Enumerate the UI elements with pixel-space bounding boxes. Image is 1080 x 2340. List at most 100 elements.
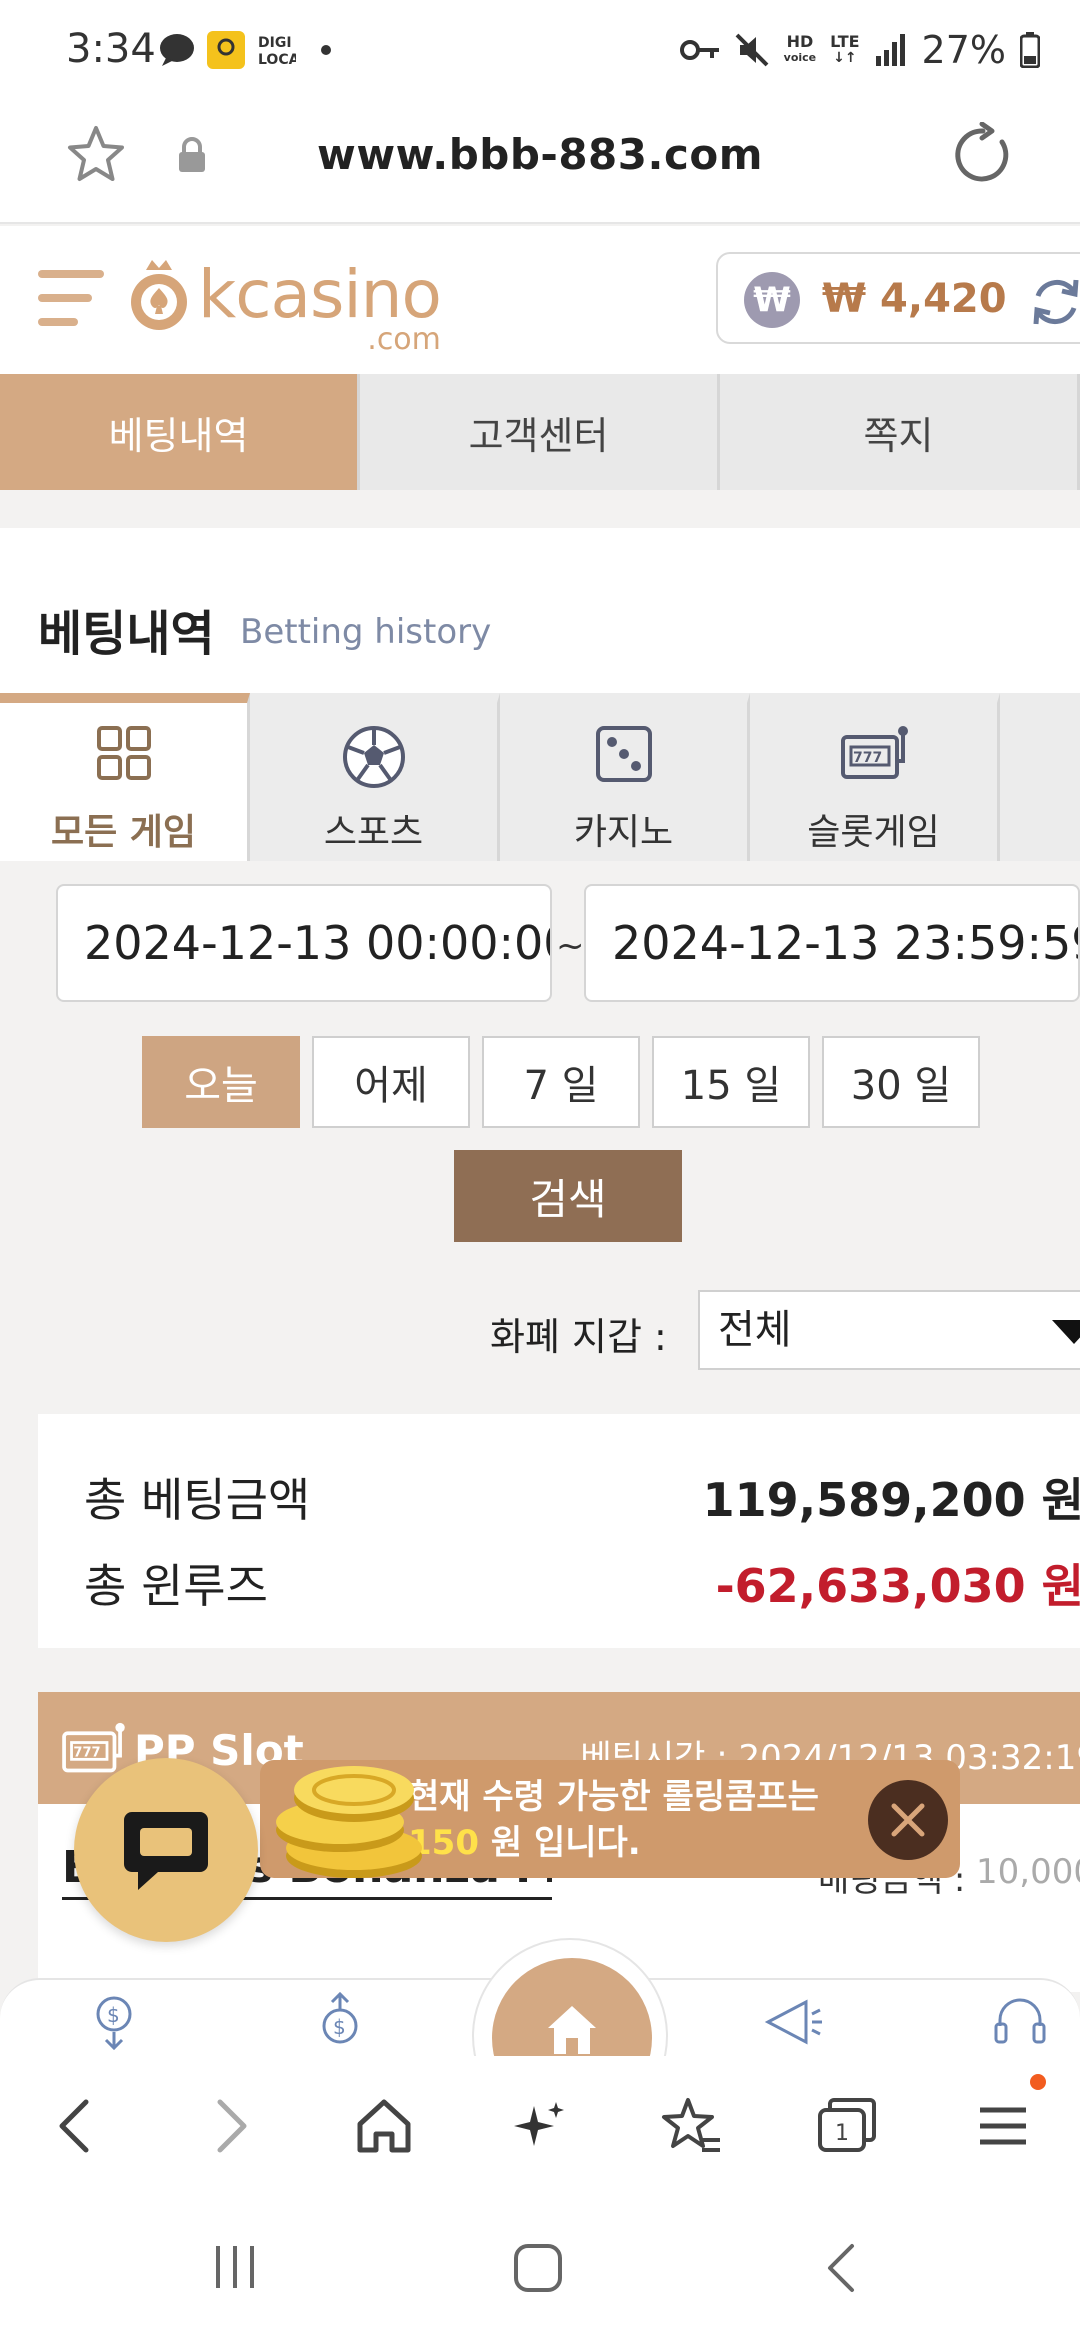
date-to-input[interactable]: 2024-12-13 23:59:59: [584, 884, 1080, 1002]
system-back-icon[interactable]: [820, 2242, 860, 2294]
top-tabs: 베팅내역 고객센터 쪽지: [0, 374, 1080, 490]
browser-home-icon[interactable]: [354, 2096, 414, 2156]
dot-icon: [321, 45, 331, 55]
tab-label: 슬롯게임: [807, 812, 940, 853]
tab-all-games[interactable]: 모든 게임: [0, 693, 250, 861]
tab-sports[interactable]: 스포츠: [250, 693, 500, 861]
wallet-filter-value: 전체: [718, 1307, 792, 1353]
toast-close-button[interactable]: [868, 1780, 948, 1860]
tabs-icon[interactable]: 1: [816, 2096, 878, 2156]
soccer-ball-icon: [342, 726, 405, 788]
svg-text:DIGI: DIGI: [258, 35, 292, 51]
notification-dot: [1030, 2074, 1046, 2090]
logo-text: kcasino: [198, 256, 442, 333]
wallet-balance[interactable]: ₩ ₩ 4,420: [716, 252, 1080, 344]
browser-toolbar: 1: [0, 2056, 1080, 2196]
svg-text:$: $: [107, 2003, 120, 2027]
search-button[interactable]: 검색: [454, 1150, 682, 1242]
home-icon: [548, 2006, 596, 2054]
signal-icon: [875, 34, 905, 66]
app-badge-icon: [207, 31, 245, 69]
tab-more[interactable]: [1000, 693, 1080, 861]
battery-icon: [1020, 32, 1040, 68]
game-type-tabs: 모든 게임 스포츠 카지노 777 슬롯게임: [0, 693, 1080, 861]
system-nav-bar: [0, 2196, 1080, 2340]
slot-machine-icon: 777: [840, 726, 908, 779]
summary-card: 총 베팅금액 119,589,200 원 총 윈루즈 -62,633,030 원: [38, 1414, 1080, 1648]
tab-casino[interactable]: 카지노: [500, 693, 750, 861]
back-icon[interactable]: [54, 2096, 94, 2156]
megaphone-icon[interactable]: [762, 1992, 828, 2052]
headset-icon[interactable]: [990, 1992, 1050, 2052]
section-header: 베팅내역 Betting history: [0, 528, 1080, 693]
date-from-input[interactable]: 2024-12-13 00:00:00: [56, 884, 552, 1002]
range-30days-button[interactable]: 30 일: [822, 1036, 980, 1128]
forward-icon[interactable]: [212, 2096, 252, 2156]
chat-bubble-icon: [160, 34, 194, 66]
status-left-icons: DIGI LOCA: [158, 30, 336, 70]
grid-icon: [96, 726, 151, 780]
status-time: 3:34: [66, 26, 156, 72]
tab-label: 스포츠: [323, 812, 424, 853]
logo-suffix: .com: [367, 322, 441, 357]
svg-text:LOCA: LOCA: [258, 52, 296, 68]
page-title: 베팅내역: [38, 606, 215, 662]
status-bar: 3:34 DIGI LOCA HD voice LTE ↓↑ 27%: [0, 0, 1080, 100]
battery-percent: 27%: [921, 28, 1006, 72]
tab-messages[interactable]: 쪽지: [720, 374, 1080, 490]
live-chat-button[interactable]: [74, 1758, 258, 1942]
site-logo[interactable]: kcasino .com: [126, 256, 442, 357]
total-bet-row: 총 베팅금액 119,589,200 원: [84, 1464, 1080, 1527]
system-home-icon[interactable]: [512, 2242, 564, 2294]
date-separator: ~: [556, 926, 585, 966]
site-header: kcasino .com ₩ ₩ 4,420: [0, 226, 1080, 374]
recent-apps-icon[interactable]: [210, 2242, 260, 2292]
browser-url-bar: www.bbb-883.com: [0, 100, 1080, 224]
slot-machine-icon: 777: [62, 1722, 125, 1773]
close-icon: [891, 1803, 925, 1837]
page-subtitle: Betting history: [240, 612, 492, 652]
deposit-icon[interactable]: $: [84, 1992, 144, 2052]
wallet-filter-select[interactable]: 전체: [698, 1290, 1080, 1370]
digi-loca-icon: DIGILOCA: [258, 35, 296, 68]
tab-betting-history[interactable]: 베팅내역: [0, 374, 360, 490]
range-today-button[interactable]: 오늘: [142, 1036, 300, 1128]
balance-amount: ₩ 4,420: [822, 276, 1007, 322]
hd-voice-icon: HD voice: [783, 32, 817, 65]
tab-label: 카지노: [573, 812, 674, 853]
tab-customer-center[interactable]: 고객센터: [360, 374, 720, 490]
lte-icon: LTE ↓↑: [830, 32, 860, 67]
total-winloss-value: -62,633,030 원: [715, 1559, 1080, 1613]
chip-spade-icon: [131, 260, 187, 330]
tab-label: 모든 게임: [50, 812, 196, 853]
key-icon: [679, 40, 719, 60]
menu-icon[interactable]: [38, 264, 108, 332]
total-bet-label: 총 베팅금액: [84, 1473, 311, 1527]
svg-text:1: 1: [835, 2121, 849, 2146]
svg-text:$: $: [333, 2015, 346, 2039]
wallet-filter-label: 화폐 지갑 :: [490, 1315, 667, 1359]
sparkle-icon[interactable]: [510, 2096, 570, 2156]
tab-slot-games[interactable]: 777 슬롯게임: [750, 693, 1000, 861]
range-7days-button[interactable]: 7 일: [482, 1036, 640, 1128]
svg-text:777: 777: [853, 750, 882, 766]
toast-message: 현재 수령 가능한 롤링콤프는 150 원 입니다.: [408, 1777, 819, 1863]
screen: 3:34 DIGI LOCA HD voice LTE ↓↑ 27% www.bbb-…: [0, 0, 1080, 2340]
total-bet-value: 119,589,200 원: [702, 1473, 1080, 1527]
url-text[interactable]: www.bbb-883.com: [0, 130, 1080, 179]
dice-icon: [595, 726, 652, 782]
mute-icon: [735, 33, 769, 67]
range-yesterday-button[interactable]: 어제: [312, 1036, 470, 1128]
svg-text:777: 777: [73, 1746, 100, 1761]
reload-icon[interactable]: [950, 122, 1016, 188]
bookmarks-icon[interactable]: [660, 2096, 722, 2156]
refresh-icon[interactable]: [1028, 274, 1080, 330]
total-winloss-label: 총 윈루즈: [84, 1559, 268, 1613]
range-15days-button[interactable]: 15 일: [652, 1036, 810, 1128]
browser-menu-icon[interactable]: [976, 2096, 1030, 2156]
total-winloss-row: 총 윈루즈 -62,633,030 원: [84, 1550, 1080, 1613]
won-icon: ₩: [744, 272, 800, 328]
withdraw-icon[interactable]: $: [310, 1992, 370, 2052]
status-right-icons: HD voice LTE ↓↑ 27%: [679, 28, 1040, 72]
chat-icon: [124, 1812, 208, 1890]
